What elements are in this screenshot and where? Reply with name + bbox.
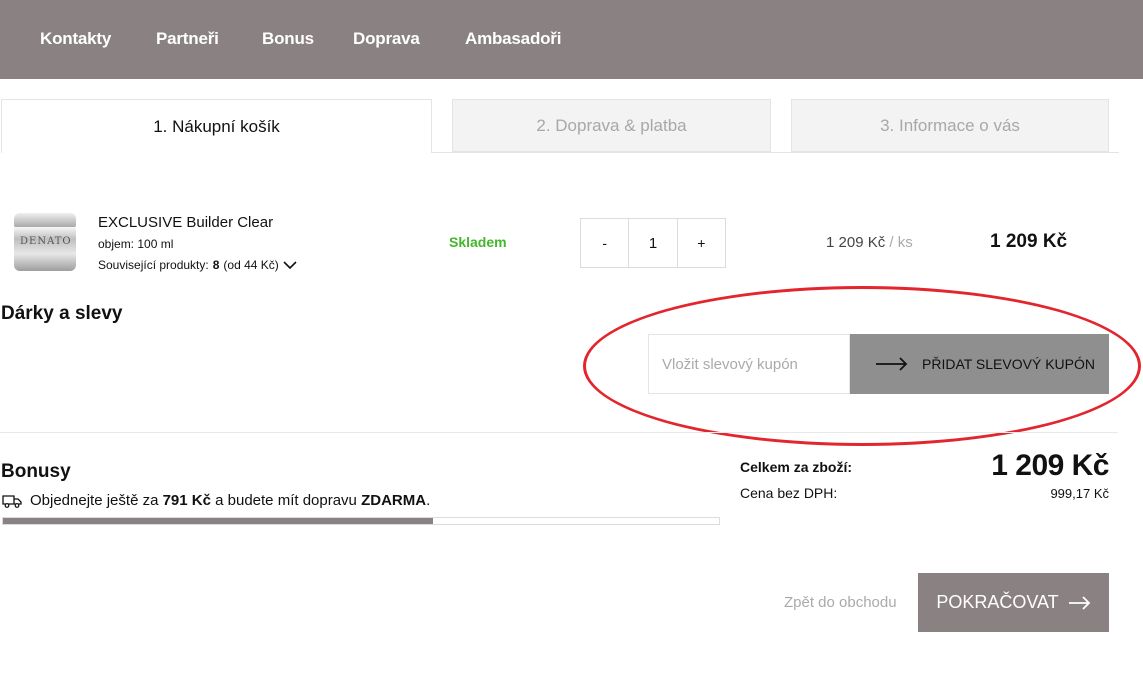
tab-customer-info[interactable]: 3. Informace o vás <box>791 99 1109 152</box>
bonus-free-label: ZDARMA <box>361 492 427 509</box>
top-navigation: Kontakty Partneři Bonus Doprava Ambasado… <box>0 0 1143 79</box>
product-image-brand: DENATO <box>20 236 72 247</box>
gifts-heading: Dárky a slevy <box>1 303 123 324</box>
unit-price-suffix: / ks <box>889 234 913 251</box>
quantity-stepper: - 1 + <box>580 218 726 268</box>
quantity-decrease-button[interactable]: - <box>581 219 628 267</box>
tabs-underline <box>431 152 1119 153</box>
related-products-price-from: (od 44 Kč) <box>223 258 279 272</box>
delivery-truck-icon <box>2 494 22 508</box>
product-name[interactable]: EXCLUSIVE Builder Clear <box>98 214 273 231</box>
nav-link-partneri[interactable]: Partneři <box>156 29 219 49</box>
continue-label: POKRAČOVAT <box>936 592 1059 612</box>
tab-shipping-payment[interactable]: 2. Doprava & platba <box>452 99 771 152</box>
availability-status: Skladem <box>449 234 507 250</box>
bonus-text-end: . <box>426 492 431 509</box>
quantity-input[interactable]: 1 <box>628 219 678 267</box>
total-label: Celkem za zboží: <box>740 459 853 475</box>
related-products-label: Související produkty: <box>98 258 209 272</box>
nav-link-kontakty[interactable]: Kontakty <box>40 29 111 49</box>
unit-price: 1 209 Kč / ks <box>826 234 913 251</box>
free-shipping-progress-fill <box>3 518 433 524</box>
product-volume: objem: 100 ml <box>98 237 174 251</box>
tab-shopping-cart[interactable]: 1. Nákupní košík <box>1 99 432 153</box>
product-image[interactable]: DENATO <box>14 213 76 271</box>
arrow-right-icon <box>1068 595 1090 610</box>
nav-link-ambasadori[interactable]: Ambasadoři <box>465 29 561 49</box>
bonus-text-before: Objednejte ještě za <box>30 492 159 509</box>
net-price-value: 999,17 Kč <box>1050 486 1109 501</box>
bonus-remaining-amount: 791 Kč <box>162 492 211 509</box>
related-products-toggle[interactable]: Související produkty: 8 (od 44 Kč) <box>98 258 297 272</box>
nav-link-bonus[interactable]: Bonus <box>262 29 314 49</box>
nav-link-doprava[interactable]: Doprava <box>353 29 420 49</box>
quantity-increase-button[interactable]: + <box>678 219 725 267</box>
unit-price-value: 1 209 Kč <box>826 234 886 251</box>
back-to-shop-link[interactable]: Zpět do obchodu <box>784 594 897 611</box>
free-shipping-message: Objednejte ještě za 791 Kč a budete mít … <box>2 492 430 509</box>
related-products-count: 8 <box>212 258 220 272</box>
section-divider <box>0 432 1118 433</box>
bonus-text-middle: a budete mít dopravu <box>215 492 357 509</box>
chevron-down-icon <box>283 260 297 269</box>
highlight-ellipse <box>583 286 1141 446</box>
free-shipping-progress <box>2 517 720 525</box>
product-jar-lid <box>14 213 76 227</box>
bonus-heading: Bonusy <box>1 461 71 482</box>
net-price-label: Cena bez DPH: <box>740 485 838 501</box>
total-value: 1 209 Kč <box>991 449 1109 482</box>
continue-button[interactable]: POKRAČOVAT <box>918 573 1109 632</box>
line-total-price: 1 209 Kč <box>990 231 1068 252</box>
